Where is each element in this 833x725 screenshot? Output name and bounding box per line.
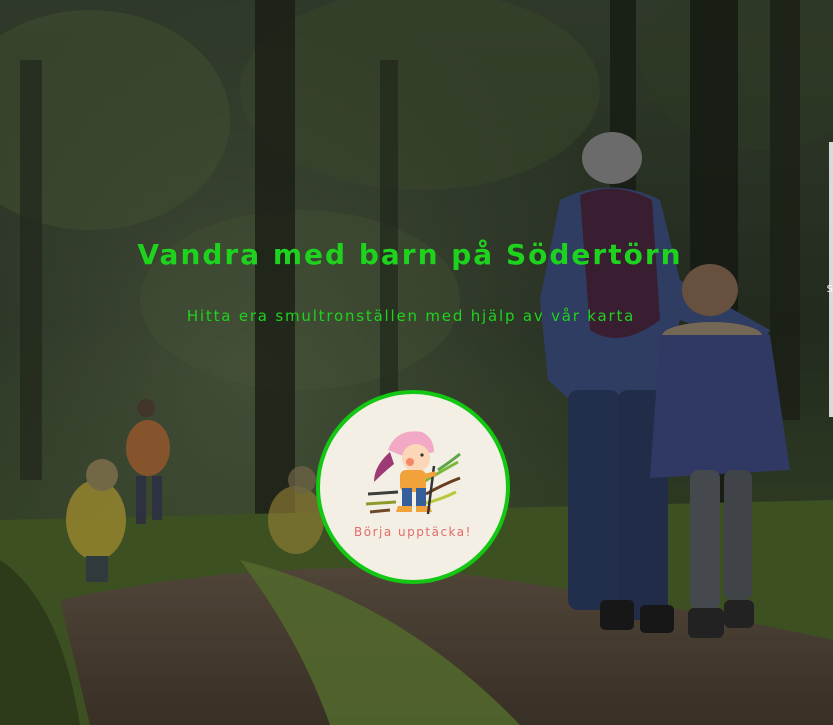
right-edge-panel [829,142,833,417]
child-hiker-icon [365,431,461,515]
hero-section: Vandra med barn på Södertörn Hitta era s… [0,0,833,725]
start-exploring-label: Börja upptäcka! [354,525,472,539]
hero-dark-overlay [0,0,833,725]
hero-subtitle: Hitta era smultronställen med hjälp av v… [186,307,636,325]
start-exploring-button[interactable]: Börja upptäcka! [316,390,510,584]
hero-title: Vandra med barn på Södertörn [137,238,683,271]
right-edge-text: S [826,284,833,295]
